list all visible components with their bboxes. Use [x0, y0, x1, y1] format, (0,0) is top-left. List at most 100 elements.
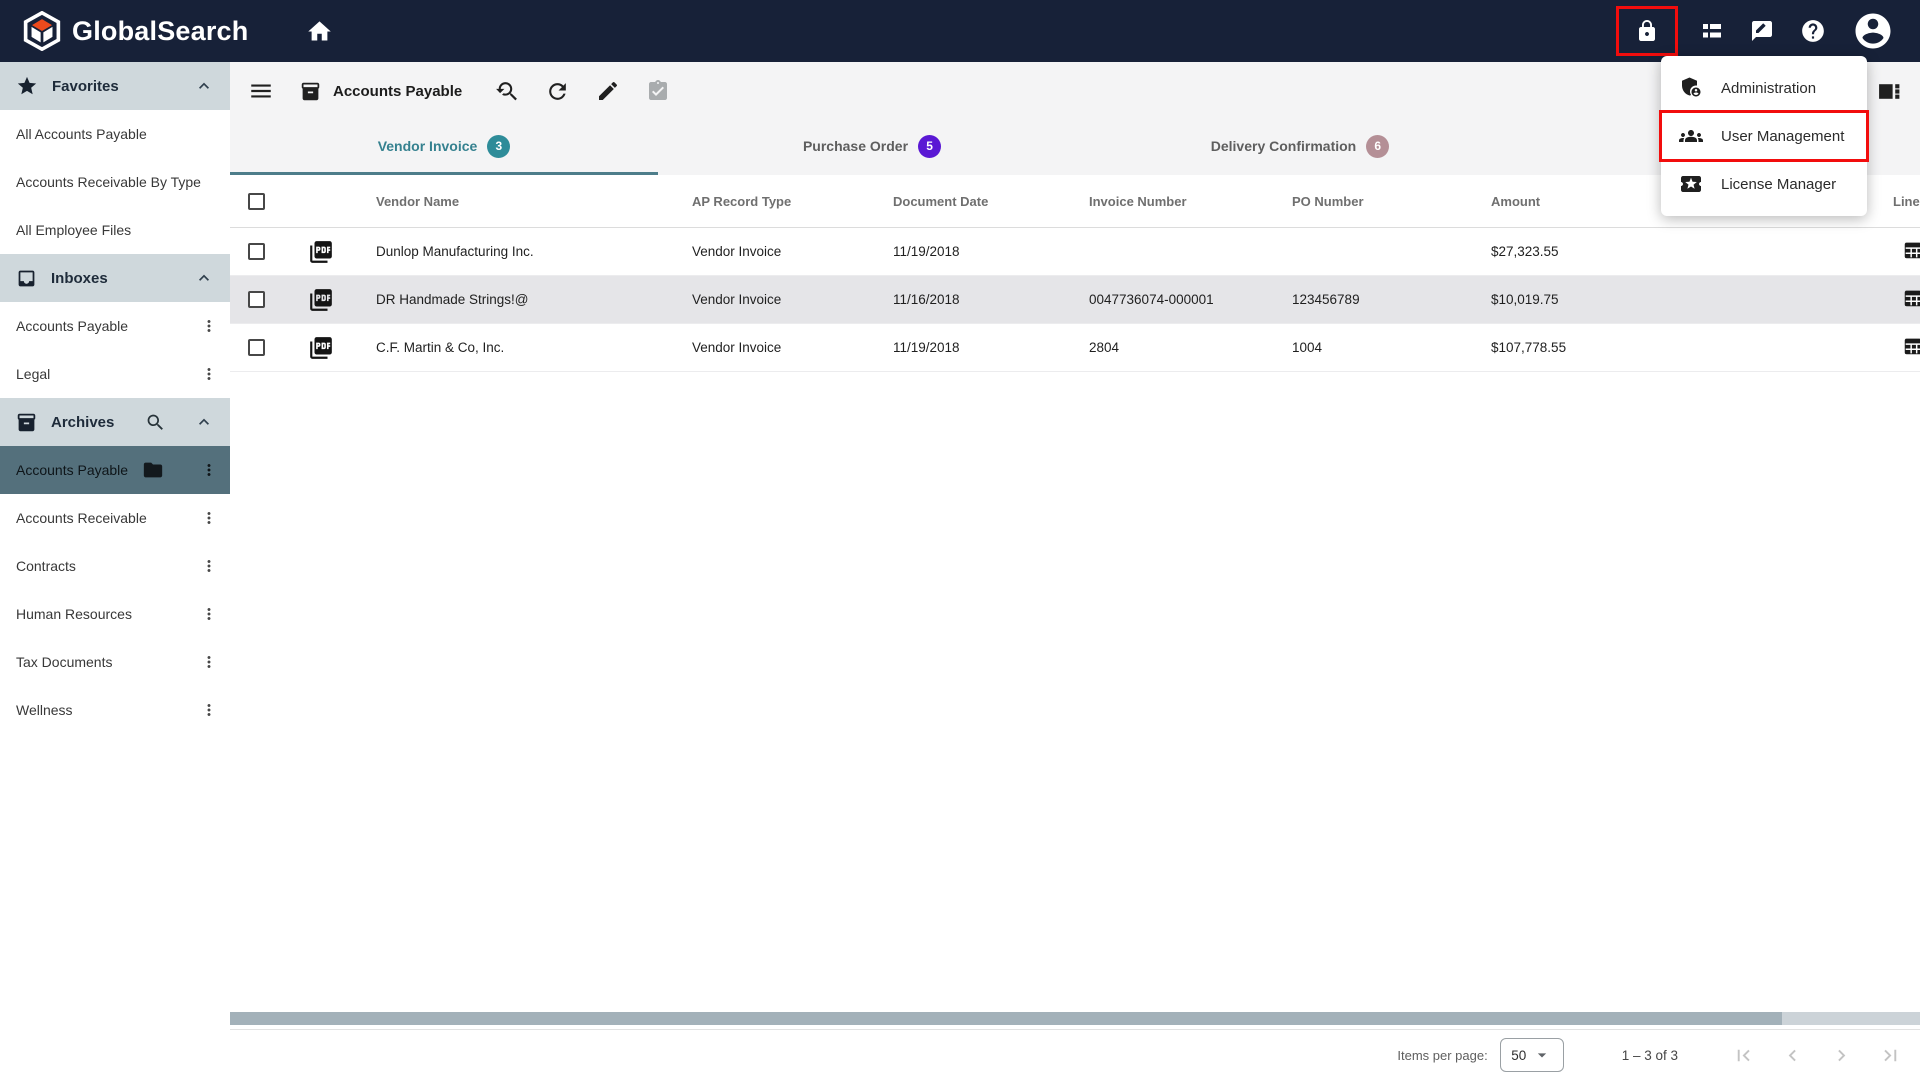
tab-label: Vendor Invoice [377, 138, 478, 154]
sidebar-archive-wellness[interactable]: Wellness [0, 686, 230, 734]
sidebar-item-all-accounts-payable[interactable]: All Accounts Payable [0, 110, 230, 158]
row-checkbox[interactable] [247, 291, 265, 308]
line-items-grid-icon[interactable] [1902, 239, 1920, 261]
lock-icon[interactable] [1631, 15, 1663, 47]
table-row[interactable]: DR Handmade Strings!@ Vendor Invoice 11/… [230, 276, 1920, 324]
more-vert-icon[interactable] [188, 701, 230, 719]
sidebar-section-archives[interactable]: Archives [0, 398, 230, 446]
sidebar-inbox-legal[interactable]: Legal [0, 350, 230, 398]
archive-title: Accounts Payable [333, 82, 463, 100]
more-vert-icon[interactable] [188, 653, 230, 671]
view-column-icon[interactable] [1877, 79, 1902, 104]
more-vert-icon[interactable] [188, 509, 230, 527]
cell-vendor-name: C.F. Martin & Co, Inc. [376, 340, 505, 355]
refresh-icon[interactable] [545, 79, 570, 104]
archive-box-icon [300, 81, 321, 102]
sidebar-item-all-employee-files[interactable]: All Employee Files [0, 206, 230, 254]
chevron-up-icon[interactable] [194, 268, 214, 288]
pdf-document-icon[interactable] [308, 335, 334, 361]
column-header-line-items[interactable]: Line Items [1877, 194, 1920, 209]
globalsearch-hexagon-icon [22, 11, 62, 51]
item-label: Contracts [16, 558, 76, 574]
menu-item-administration[interactable]: Administration [1661, 64, 1867, 112]
cell-amount: $107,778.55 [1491, 340, 1567, 355]
more-vert-icon[interactable] [188, 317, 230, 335]
chevron-up-icon[interactable] [194, 412, 214, 432]
groups-icon [1679, 124, 1703, 148]
search-again-icon[interactable] [494, 79, 519, 104]
brand-name: GlobalSearch [72, 15, 249, 46]
tab-vendor-invoice[interactable]: Vendor Invoice 3 [230, 120, 658, 175]
items-per-page-label: Items per page: [1397, 1047, 1488, 1063]
first-page-icon[interactable] [1732, 1044, 1755, 1067]
sidebar-archive-human-resources[interactable]: Human Resources [0, 590, 230, 638]
cell-document-date: 11/19/2018 [893, 244, 960, 259]
item-label: Legal [16, 366, 51, 382]
menu-item-license-manager[interactable]: License Manager [1661, 160, 1867, 208]
more-vert-icon[interactable] [188, 605, 230, 623]
sidebar: Favorites All Accounts Payable Accounts … [0, 62, 230, 1080]
sidebar-inbox-accounts-payable[interactable]: Accounts Payable [0, 302, 230, 350]
menu-item-label: Administration [1721, 79, 1817, 97]
more-vert-icon[interactable] [188, 557, 230, 575]
folder-icon[interactable] [142, 459, 164, 481]
line-items-grid-icon[interactable] [1902, 287, 1920, 309]
table-row[interactable]: C.F. Martin & Co, Inc. Vendor Invoice 11… [230, 324, 1920, 372]
row-checkbox[interactable] [247, 339, 265, 356]
menu-item-user-management[interactable]: User Management [1659, 110, 1869, 162]
tab-count-badge: 3 [487, 134, 511, 158]
column-header-document-date[interactable]: Document Date [877, 194, 1073, 209]
tab-count-badge: 5 [918, 134, 942, 158]
item-label: All Employee Files [16, 222, 132, 238]
pager-controls [1732, 1044, 1902, 1067]
sidebar-archive-contracts[interactable]: Contracts [0, 542, 230, 590]
sidebar-section-favorites[interactable]: Favorites [0, 62, 230, 110]
chevron-up-icon[interactable] [194, 76, 214, 96]
tab-purchase-order[interactable]: Purchase Order 5 [658, 120, 1086, 175]
more-vert-icon[interactable] [188, 365, 230, 383]
sidebar-item-accounts-receivable-by-type[interactable]: Accounts Receivable By Type [0, 158, 230, 206]
lock-highlight-box [1616, 6, 1678, 56]
sidebar-archive-tax-documents[interactable]: Tax Documents [0, 638, 230, 686]
cell-ap-record-type: Vendor Invoice [692, 292, 782, 307]
column-header-po-number[interactable]: PO Number [1276, 194, 1475, 209]
next-page-icon[interactable] [1830, 1044, 1853, 1067]
last-page-icon[interactable] [1879, 1044, 1902, 1067]
sidebar-archive-accounts-receivable[interactable]: Accounts Receivable [0, 494, 230, 542]
user-avatar-icon[interactable] [1848, 6, 1898, 56]
table-row[interactable]: Dunlop Manufacturing Inc. Vendor Invoice… [230, 228, 1920, 276]
pdf-document-icon[interactable] [308, 287, 334, 313]
scrollbar-track[interactable] [1782, 1012, 1920, 1025]
cell-ap-record-type: Vendor Invoice [692, 340, 782, 355]
line-items-grid-icon[interactable] [1902, 335, 1920, 357]
sidebar-section-inboxes[interactable]: Inboxes [0, 254, 230, 302]
inbox-icon [16, 268, 37, 289]
edit-icon[interactable] [596, 79, 620, 103]
search-icon[interactable] [145, 412, 166, 433]
globalsearch-logo[interactable]: GlobalSearch [22, 11, 248, 51]
top-navbar: GlobalSearch [0, 0, 1920, 62]
row-checkbox[interactable] [247, 243, 265, 260]
scrollbar-thumb[interactable] [230, 1012, 1782, 1025]
previous-page-icon[interactable] [1781, 1044, 1804, 1067]
admin-dropdown-menu: Administration User Management License M… [1659, 56, 1869, 216]
feedback-icon[interactable] [1746, 15, 1778, 47]
help-icon[interactable] [1796, 14, 1830, 48]
pdf-document-icon[interactable] [308, 239, 334, 265]
column-header-vendor-name[interactable]: Vendor Name [360, 194, 676, 209]
column-header-invoice-number[interactable]: Invoice Number [1073, 194, 1276, 209]
dropdown-arrow-icon [1532, 1045, 1552, 1065]
sidebar-archive-accounts-payable[interactable]: Accounts Payable [0, 446, 230, 494]
section-title: Archives [51, 413, 115, 431]
hamburger-menu-icon[interactable] [248, 78, 274, 104]
checklist-icon [646, 79, 670, 103]
page-size-select[interactable]: 50 [1499, 1038, 1564, 1072]
home-icon[interactable] [306, 18, 333, 45]
navbar-actions [1616, 6, 1898, 56]
tab-delivery-confirmation[interactable]: Delivery Confirmation 6 [1086, 120, 1514, 175]
select-all-checkbox[interactable] [247, 192, 265, 210]
more-vert-icon[interactable] [188, 461, 230, 479]
queues-icon[interactable] [1696, 15, 1728, 47]
star-icon [16, 75, 38, 97]
column-header-ap-record-type[interactable]: AP Record Type [676, 194, 877, 209]
